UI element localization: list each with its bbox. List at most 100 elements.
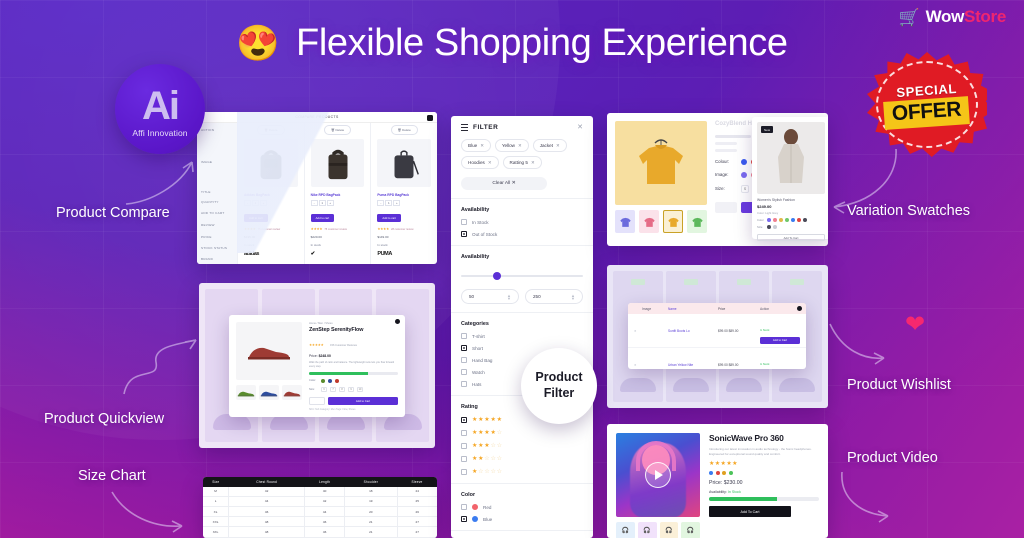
- size-swatch[interactable]: [773, 225, 777, 229]
- filter-chip-list[interactable]: Blue ✕ Yellow ✕ Jacket ✕ Hoodies ✕ Ratting 5 ✕: [461, 139, 583, 169]
- checkbox[interactable]: [461, 455, 467, 462]
- quantity-stepper[interactable]: -1 +: [371, 197, 437, 206]
- checkbox[interactable]: [461, 468, 467, 475]
- thumbnail-item[interactable]: [615, 210, 635, 233]
- color-swatch[interactable]: [335, 378, 339, 383]
- color-swatch[interactable]: [321, 378, 325, 383]
- product-name[interactable]: Urban Yellow Nite: [668, 363, 718, 367]
- color-option-row[interactable]: Color:: [309, 378, 398, 383]
- size-option[interactable]: 10: [357, 386, 363, 392]
- checkbox[interactable]: [461, 333, 467, 340]
- color-swatch[interactable]: [328, 378, 332, 383]
- popup-color-swatch[interactable]: [785, 218, 789, 222]
- filter-chip[interactable]: Blue ✕: [461, 139, 491, 152]
- checkbox[interactable]: [461, 516, 467, 523]
- variation-swatches-card[interactable]: CozyBlend Hoodie Colour: Image: Size: SM…: [607, 113, 828, 246]
- checkbox[interactable]: [461, 231, 467, 237]
- video-player[interactable]: [616, 433, 700, 517]
- variation-preview-popup[interactable]: New Women's Stylish Fashion $249.00 Colo…: [752, 117, 828, 241]
- close-icon[interactable]: [797, 306, 802, 311]
- quantity-stepper[interactable]: [715, 201, 737, 213]
- color-option[interactable]: Red: [461, 504, 583, 511]
- product-name[interactable]: Sunfit Boots Lo: [668, 329, 718, 333]
- color-options[interactable]: Red Blue: [461, 504, 583, 523]
- checkbox[interactable]: [461, 504, 467, 511]
- checkbox[interactable]: [461, 369, 467, 376]
- category-option[interactable]: T-shirt: [461, 333, 583, 340]
- quickview-actions[interactable]: Add to Cart: [309, 396, 398, 405]
- thumbnail-item[interactable]: [687, 210, 707, 233]
- variation-thumbnails[interactable]: [615, 210, 707, 233]
- quantity-stepper[interactable]: [309, 396, 325, 405]
- play-icon[interactable]: [645, 462, 671, 488]
- clear-all-button[interactable]: Clear All ✕: [461, 177, 547, 190]
- price-slider[interactable]: [461, 272, 583, 280]
- color-option[interactable]: Blue: [461, 516, 583, 523]
- thumbnail-item[interactable]: [639, 210, 659, 233]
- image-swatch[interactable]: [741, 171, 747, 178]
- video-thumbnails[interactable]: 🎧 🎧 🎧 🎧: [616, 522, 700, 538]
- filter-chip[interactable]: Jacket ✕: [532, 139, 567, 152]
- quantity-stepper[interactable]: -1 +: [305, 197, 371, 206]
- close-icon[interactable]: ✕: [518, 143, 522, 149]
- size-option-row[interactable]: Size: 6 7 8 9 10: [309, 386, 398, 392]
- popup-color-swatch[interactable]: [773, 218, 777, 222]
- thumbnail-item[interactable]: [663, 210, 683, 233]
- add-to-cart-button[interactable]: Add to Cart: [328, 396, 398, 405]
- rating-option[interactable]: ★☆☆☆☆: [461, 468, 583, 475]
- thumbnail-item[interactable]: 🎧: [616, 522, 635, 538]
- special-offer-badge[interactable]: SPECIAL OFFER: [867, 52, 987, 157]
- add-to-cart-button[interactable]: Add To Cart: [709, 506, 791, 518]
- rating-option[interactable]: ★★★☆☆: [461, 442, 583, 449]
- product-title[interactable]: Puma RPD BagPack: [371, 189, 437, 197]
- stepper-icon[interactable]: ▲ ▼: [571, 293, 575, 300]
- add-to-cart-button[interactable]: Add to Cart: [760, 336, 800, 344]
- size-chart-card[interactable]: Size Chest Round Length Shoulder Sleeve M 42 4…: [203, 477, 437, 538]
- color-option-row[interactable]: [709, 471, 819, 476]
- wowstore-logo[interactable]: 🛒 WowStore: [899, 7, 1007, 27]
- color-swatch[interactable]: [709, 471, 713, 476]
- color-swatch[interactable]: [722, 471, 726, 476]
- price-min-input[interactable]: 50 ▲ ▼: [461, 289, 519, 305]
- close-icon[interactable]: ✕: [556, 143, 560, 149]
- add-to-cart-button[interactable]: Add to cart: [377, 213, 401, 223]
- checkbox[interactable]: [461, 345, 467, 352]
- price-inputs[interactable]: 50 ▲ ▼ 250 ▲ ▼: [461, 289, 583, 305]
- rating-options[interactable]: ★★★★★ ★★★★☆ ★★★☆☆ ★★☆☆☆ ★☆☆☆☆: [461, 416, 583, 475]
- size-option[interactable]: 7: [330, 386, 336, 392]
- popup-color-swatch[interactable]: [779, 218, 783, 222]
- filter-chip[interactable]: Ratting 5 ✕: [502, 156, 542, 169]
- slider-knob[interactable]: [492, 272, 501, 280]
- price-max-input[interactable]: 250 ▲ ▼: [525, 289, 583, 305]
- thumbnail-item[interactable]: [236, 385, 256, 400]
- stepper-icon[interactable]: ▲ ▼: [507, 293, 511, 300]
- size-swatch[interactable]: S: [741, 184, 749, 193]
- close-icon[interactable]: ✕: [488, 160, 492, 166]
- table-row[interactable]: ✕ Sunfit Boots Lo $99.00 $89.00 In Stock Add…: [628, 314, 806, 348]
- product-title[interactable]: Nike RPD BagPack: [305, 189, 371, 197]
- delete-button[interactable]: 🗑 Delete: [257, 125, 285, 135]
- product-title[interactable]: Adidas BagPack: [238, 189, 304, 197]
- product-video-card[interactable]: 🎧 🎧 🎧 🎧 SonicWave Pro 360 Introducing our l…: [607, 424, 828, 538]
- availability-option[interactable]: In Stock: [461, 219, 583, 225]
- quickview-thumbnails[interactable]: [236, 385, 302, 400]
- thumbnail-item[interactable]: [282, 385, 302, 400]
- checkbox[interactable]: [461, 416, 467, 423]
- size-option[interactable]: 6: [321, 386, 327, 392]
- rating-option[interactable]: ★★☆☆☆: [461, 455, 583, 462]
- close-icon[interactable]: ✕: [531, 160, 535, 166]
- checkbox[interactable]: [461, 442, 467, 449]
- quantity-stepper[interactable]: -1 +: [238, 197, 304, 206]
- thumbnail-item[interactable]: 🎧: [681, 522, 700, 538]
- close-icon[interactable]: [395, 319, 400, 324]
- product-compare-card[interactable]: COMPARE PRODUCTS ACTION IMAGE TITLE QUANTIT…: [197, 112, 437, 264]
- size-option[interactable]: 9: [348, 386, 354, 392]
- size-option[interactable]: 8: [339, 386, 345, 392]
- delete-button[interactable]: 🗑 Delete: [323, 125, 352, 135]
- row-action[interactable]: In Stock Add to Cart: [760, 318, 800, 344]
- checkbox[interactable]: [461, 381, 467, 388]
- product-quickview-card[interactable]: Home / Men / Shoes ZenStep SerenityFlow …: [199, 283, 435, 448]
- add-to-cart-button[interactable]: Add to cart: [244, 213, 268, 223]
- thumbnail-item[interactable]: [259, 385, 279, 400]
- close-icon[interactable]: [427, 114, 433, 121]
